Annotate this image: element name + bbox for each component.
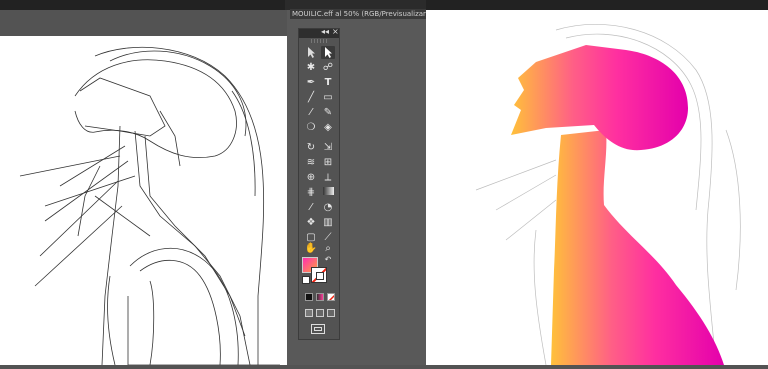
default-fill-stroke-icon[interactable] [302, 276, 310, 284]
zoom-tool-icon[interactable]: ⌕ [321, 242, 335, 255]
blob-brush-tool-icon[interactable]: ❍ [304, 121, 318, 134]
direct-selection-tool-icon[interactable] [321, 46, 335, 59]
magic-wand-tool-icon[interactable]: ✱ [304, 61, 318, 74]
line-segment-tool-icon[interactable]: ╱ [304, 91, 318, 104]
pen-tool-icon[interactable]: ✒ [304, 76, 318, 89]
type-tool-icon[interactable]: T [321, 76, 335, 89]
hand-tool-icon[interactable]: ✋ [304, 242, 318, 255]
gradient-mode-icon[interactable] [316, 293, 324, 301]
tools-panel-header[interactable]: ◂◂ × [299, 27, 339, 38]
symbol-sprayer-tool-icon[interactable]: ❖ [304, 216, 318, 229]
close-panel-icon[interactable]: × [332, 27, 339, 36]
draw-behind-icon[interactable] [316, 309, 324, 317]
swap-fill-stroke-icon[interactable]: ↶ [323, 255, 333, 265]
draw-normal-icon[interactable] [305, 309, 313, 317]
mesh-tool-icon[interactable]: ⋕ [304, 186, 318, 199]
column-graph-tool-icon[interactable]: ▥ [321, 216, 335, 229]
document-tab-title[interactable]: MOUILIC.eff al 50% (RGB/Previsualizar) [290, 9, 426, 19]
rotate-tool-icon[interactable]: ↻ [304, 141, 318, 154]
blend-tool-icon[interactable]: ◔ [321, 201, 335, 214]
gradient-tool-icon[interactable] [321, 186, 335, 199]
stroke-swatch[interactable] [311, 267, 327, 283]
tools-panel[interactable]: ◂◂ × ✱ ☍ ✒ T ╱ ▭ ⁄ ✎ ❍ ◈ ↻ ⇲ ≋ ⊞ ⊕ ⟂ ⋕ ⁄… [298, 27, 340, 340]
paintbrush-tool-icon[interactable]: ⁄ [304, 106, 318, 119]
screen-mode-icon[interactable] [311, 324, 325, 334]
left-sketch [19, 46, 280, 366]
left-artboard[interactable] [0, 36, 287, 366]
panel-grip[interactable] [311, 39, 327, 43]
lasso-tool-icon[interactable]: ☍ [321, 61, 335, 74]
none-mode-icon[interactable] [327, 293, 335, 301]
selection-tool-icon[interactable] [304, 46, 318, 59]
warp-tool-icon[interactable]: ≋ [304, 156, 318, 169]
color-mode-icon[interactable] [305, 293, 313, 301]
eyedropper-tool-icon[interactable]: ⁄ [304, 201, 318, 214]
menu-bar-right [426, 0, 768, 10]
rectangle-tool-icon[interactable]: ▭ [321, 91, 335, 104]
free-transform-tool-icon[interactable]: ⊞ [321, 156, 335, 169]
scale-tool-icon[interactable]: ⇲ [321, 141, 335, 154]
figure-neck-body [551, 130, 724, 365]
right-artboard-preview[interactable] [426, 10, 768, 366]
menu-bar-left [0, 0, 285, 10]
perspective-grid-tool-icon[interactable]: ⟂ [321, 171, 335, 184]
pencil-tool-icon[interactable]: ✎ [321, 106, 335, 119]
draw-inside-icon[interactable] [327, 309, 335, 317]
eraser-tool-icon[interactable]: ◈ [321, 121, 335, 134]
gradient-figure [475, 23, 741, 366]
collapse-panel-icon[interactable]: ◂◂ [321, 27, 329, 36]
shape-builder-tool-icon[interactable]: ⊕ [304, 171, 318, 184]
